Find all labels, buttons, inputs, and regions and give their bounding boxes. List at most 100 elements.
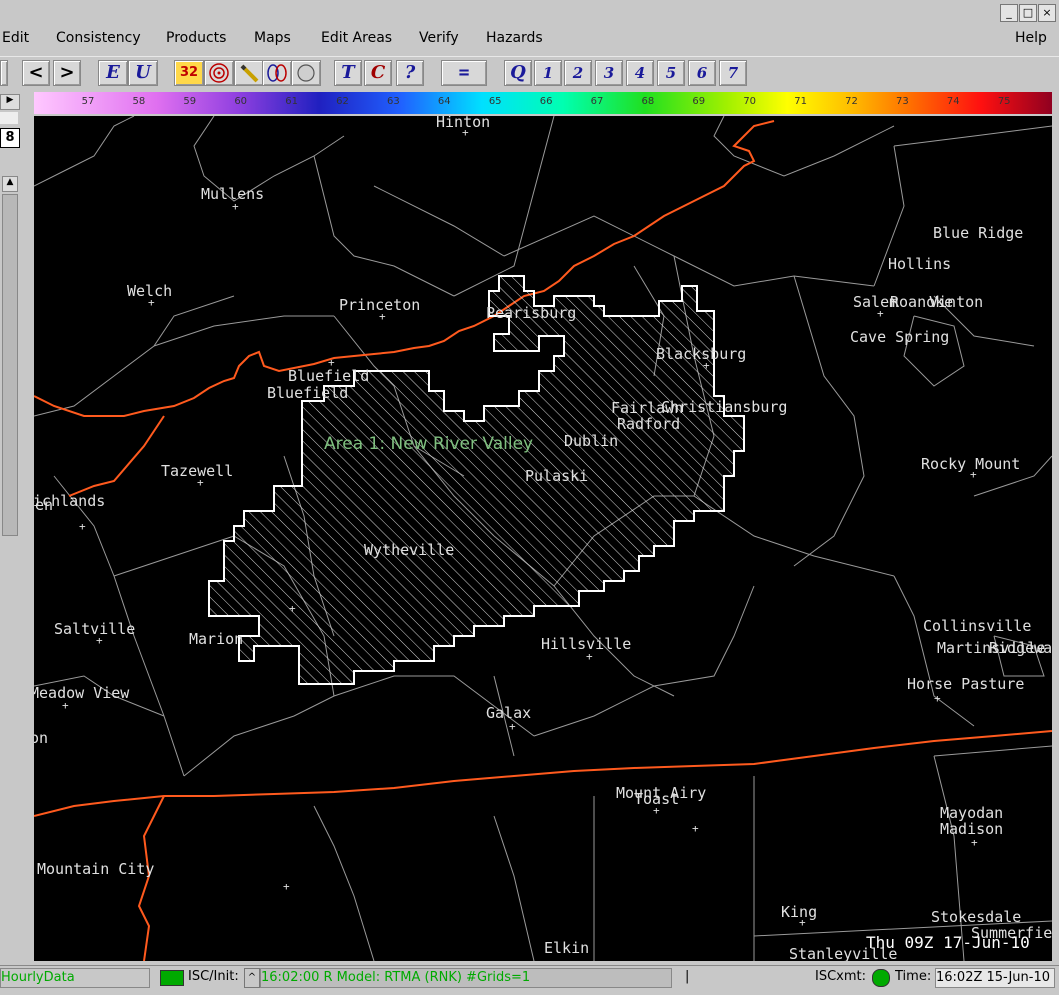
maximize-icon[interactable]: □ bbox=[1019, 4, 1037, 22]
color-bar[interactable]: 57 58 59 60 61 62 63 64 65 66 67 68 69 70 71 72 73 74 75 bbox=[34, 92, 1052, 114]
map-canvas[interactable]: Hinton Mullens Blue Ridge Hollins Welch … bbox=[34, 116, 1052, 961]
time-value: 16:02Z 15-Jun-10 bbox=[935, 968, 1055, 988]
color-bar-tick: 65 bbox=[488, 96, 502, 107]
button-6[interactable]: 6 bbox=[688, 60, 716, 86]
city-marker: + bbox=[79, 520, 86, 533]
city-marker: + bbox=[62, 699, 69, 712]
city-label: Pearisburg bbox=[486, 304, 577, 322]
map-lines bbox=[34, 116, 1052, 961]
menu-maps[interactable]: Maps bbox=[254, 30, 291, 46]
city-marker: + bbox=[96, 634, 103, 647]
c-button[interactable]: C bbox=[364, 60, 392, 86]
city-label-cut: on bbox=[34, 729, 49, 747]
model-info-field: 16:02:00 R Model: RTMA (RNK) #Grids=1 bbox=[260, 968, 672, 988]
button-3[interactable]: 3 bbox=[595, 60, 623, 86]
mode-field: HourlyData bbox=[0, 968, 150, 988]
city-marker: + bbox=[970, 468, 977, 481]
city-label: Marion bbox=[189, 630, 244, 648]
city-marker: + bbox=[232, 200, 239, 213]
city-marker: + bbox=[971, 836, 978, 849]
q-button[interactable]: Q bbox=[504, 60, 532, 86]
shape-icon[interactable] bbox=[291, 60, 321, 86]
close-icon[interactable]: × bbox=[1038, 4, 1056, 22]
scroll-up-icon[interactable]: ▲ bbox=[2, 176, 18, 192]
city-label-cut: ven bbox=[34, 496, 54, 514]
color-bar-tick: 75 bbox=[997, 96, 1011, 107]
city-label: Mountain City bbox=[37, 860, 155, 878]
city-marker: + bbox=[283, 880, 290, 893]
city-label: Collinsville bbox=[923, 617, 1032, 635]
city-label: Wytheville bbox=[364, 541, 455, 559]
city-label: Blacksburg bbox=[656, 345, 747, 363]
city-marker: + bbox=[379, 310, 386, 323]
city-marker: + bbox=[289, 602, 296, 615]
city-label: Cave Spring bbox=[850, 328, 950, 346]
target-icon[interactable] bbox=[204, 60, 234, 86]
city-marker: + bbox=[653, 804, 660, 817]
time-label: Time: bbox=[895, 969, 932, 984]
button-5[interactable]: 5 bbox=[657, 60, 685, 86]
minimize-icon[interactable]: _ bbox=[1000, 4, 1018, 22]
color-bar-tick: 57 bbox=[81, 96, 95, 107]
menu-verify[interactable]: Verify bbox=[419, 30, 459, 46]
city-label: Hollins bbox=[888, 255, 952, 273]
cursor-field: | bbox=[685, 969, 690, 984]
e-button[interactable]: E bbox=[98, 60, 128, 86]
button-7[interactable]: 7 bbox=[719, 60, 747, 86]
color-bar-tick: 58 bbox=[132, 96, 146, 107]
color-bar-tick: 73 bbox=[896, 96, 909, 107]
left-strip: ▶ 8 ▲ bbox=[0, 90, 20, 965]
u-button[interactable]: U bbox=[128, 60, 158, 86]
button-2[interactable]: 2 bbox=[564, 60, 592, 86]
menu-products[interactable]: Products bbox=[166, 30, 226, 46]
toolbar: < > E U 32 T C ? = Q 1 2 3 4 5 6 7 bbox=[0, 56, 1059, 89]
edit-area-outline[interactable] bbox=[208, 275, 745, 685]
city-marker: + bbox=[509, 720, 516, 733]
grid-32-button[interactable]: 32 bbox=[174, 60, 204, 86]
color-bar-tick: 59 bbox=[183, 96, 197, 107]
menu-bar: Edit Consistency Products Maps Edit Area… bbox=[0, 26, 1059, 52]
city-marker: + bbox=[586, 650, 593, 663]
expand-arrow-icon[interactable]: ▶ bbox=[0, 94, 20, 110]
color-bar-tick: 71 bbox=[794, 96, 807, 107]
menu-edit-areas[interactable]: Edit Areas bbox=[321, 30, 392, 46]
city-label: Blue Ridge bbox=[933, 224, 1024, 242]
pencil-icon[interactable] bbox=[234, 60, 264, 86]
color-bar-tick: 62 bbox=[336, 96, 349, 107]
color-bar-tick: 68 bbox=[641, 96, 655, 107]
city-marker: + bbox=[328, 356, 335, 369]
menu-edit[interactable]: Edit bbox=[2, 30, 29, 46]
t-button[interactable]: T bbox=[334, 60, 362, 86]
color-bar-tick: 66 bbox=[539, 96, 553, 107]
city-marker: + bbox=[877, 307, 884, 320]
menu-consistency[interactable]: Consistency bbox=[56, 30, 141, 46]
forward-button[interactable]: > bbox=[53, 60, 81, 86]
color-bar-tick: 72 bbox=[845, 96, 858, 107]
city-label: Meadow View bbox=[34, 684, 130, 702]
city-marker: + bbox=[148, 296, 155, 309]
vertical-scrollbar[interactable] bbox=[2, 194, 18, 536]
city-label: Radford bbox=[617, 415, 681, 433]
city-marker: + bbox=[934, 692, 941, 705]
equals-button[interactable]: = bbox=[441, 60, 487, 86]
menu-help[interactable]: Help bbox=[1015, 30, 1047, 46]
help-button[interactable]: ? bbox=[396, 60, 424, 86]
color-bar-tick: 67 bbox=[590, 96, 604, 107]
button-1[interactable]: 1 bbox=[534, 60, 562, 86]
button-4[interactable]: 4 bbox=[626, 60, 654, 86]
menu-hazards[interactable]: Hazards bbox=[486, 30, 543, 46]
city-label: Horse Pasture bbox=[907, 675, 1025, 693]
city-marker: + bbox=[799, 916, 806, 929]
strip-field bbox=[0, 112, 18, 124]
color-bar-tick: 63 bbox=[387, 96, 400, 107]
scroll-up-small-icon[interactable]: ^ bbox=[244, 968, 260, 988]
back-button[interactable]: < bbox=[22, 60, 50, 86]
sample-icon[interactable] bbox=[262, 60, 292, 86]
city-label: Bluefield bbox=[267, 384, 349, 402]
status-bar: HourlyData ISC/Init: ^ 16:02:00 R Model:… bbox=[0, 965, 1059, 990]
strip-number: 8 bbox=[0, 128, 20, 148]
edit-area-label: Area 1: New River Valley bbox=[324, 434, 534, 454]
color-bar-tick: 74 bbox=[946, 96, 960, 107]
city-label: Bluefield bbox=[288, 367, 370, 385]
city-label: Elkin bbox=[544, 939, 590, 957]
